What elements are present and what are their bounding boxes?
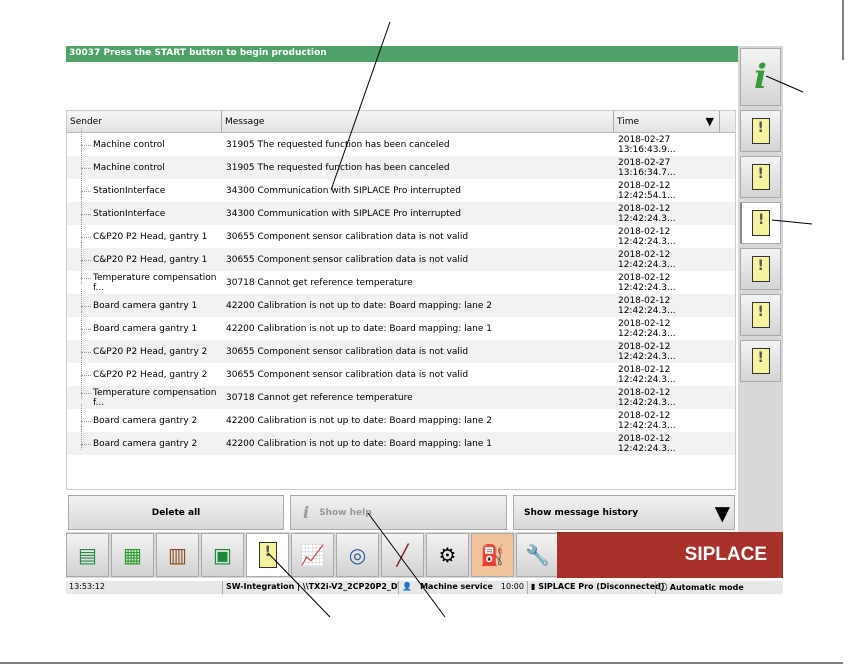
callout-line [267, 552, 331, 618]
callout-line [367, 512, 446, 618]
callout-line [330, 21, 391, 191]
callout-line [765, 75, 804, 93]
callout-lines [0, 0, 844, 664]
callout-line [771, 219, 813, 225]
